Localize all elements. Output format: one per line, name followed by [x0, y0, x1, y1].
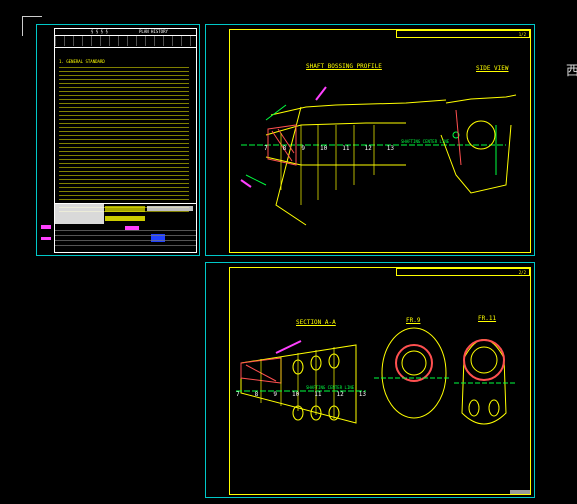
centerline-label: SHAFTING CENTER LINE — [306, 385, 355, 390]
title-block-mid — [105, 206, 145, 212]
frame-no: 11 — [314, 391, 322, 398]
frame-no: 11 — [342, 145, 350, 152]
history-title: PLAN HISTORY — [139, 29, 168, 34]
frame-no: 12 — [364, 145, 372, 152]
frame-numbers-section: 7 8 9 10 11 12 13 — [236, 391, 366, 401]
profile-drawing — [240, 86, 517, 226]
history-cells — [55, 36, 196, 46]
sheet-profile[interactable]: 1/2 SHAFT BOSSING PROFILE SIDE VIEW 7 8 … — [205, 24, 535, 256]
sheet-notes[interactable]: § § § § PLAN HISTORY 1. GENERAL STANDARD — [36, 24, 200, 256]
margin-mark-1 — [41, 225, 51, 229]
frame-no: 10 — [291, 391, 300, 398]
side-label: 西 — [566, 64, 577, 79]
frame-no: 13 — [386, 145, 394, 152]
notes-title: 1. GENERAL STANDARD — [59, 59, 105, 64]
frame-no: 12 — [336, 391, 344, 398]
frame-no: 13 — [358, 391, 366, 398]
frame-no: 10 — [319, 145, 328, 152]
notes-text — [59, 65, 189, 215]
corner-mark — [22, 16, 42, 17]
margin-mark-2 — [41, 237, 51, 240]
corner-mark-v — [22, 16, 23, 36]
frame-no: 7 — [264, 145, 268, 152]
corner-tick — [510, 490, 530, 494]
title-block — [55, 203, 196, 252]
frame-no: 8 — [282, 145, 287, 152]
frame-no: 9 — [273, 391, 277, 398]
title-block-rows — [55, 226, 196, 250]
frame-no: 9 — [301, 145, 305, 152]
frame-no: 8 — [254, 391, 259, 398]
sheet-sections[interactable]: 2/2 SECTION A-A FR.9 FR.11 7 8 9 10 11 1… — [205, 262, 535, 498]
frame-numbers-profile: 7 8 9 10 11 12 13 — [264, 145, 394, 155]
title-block-company — [105, 216, 145, 221]
sections-drawing — [236, 327, 516, 425]
frame-no: 7 — [236, 391, 240, 398]
title-block-drawing-no — [147, 206, 193, 211]
centerline-label: SHAFTING CENTER LINE — [401, 139, 450, 144]
title-block-left — [55, 204, 104, 224]
history-header-left: § § § § — [91, 29, 108, 34]
plan-history-table: § § § § PLAN HISTORY — [55, 29, 196, 48]
